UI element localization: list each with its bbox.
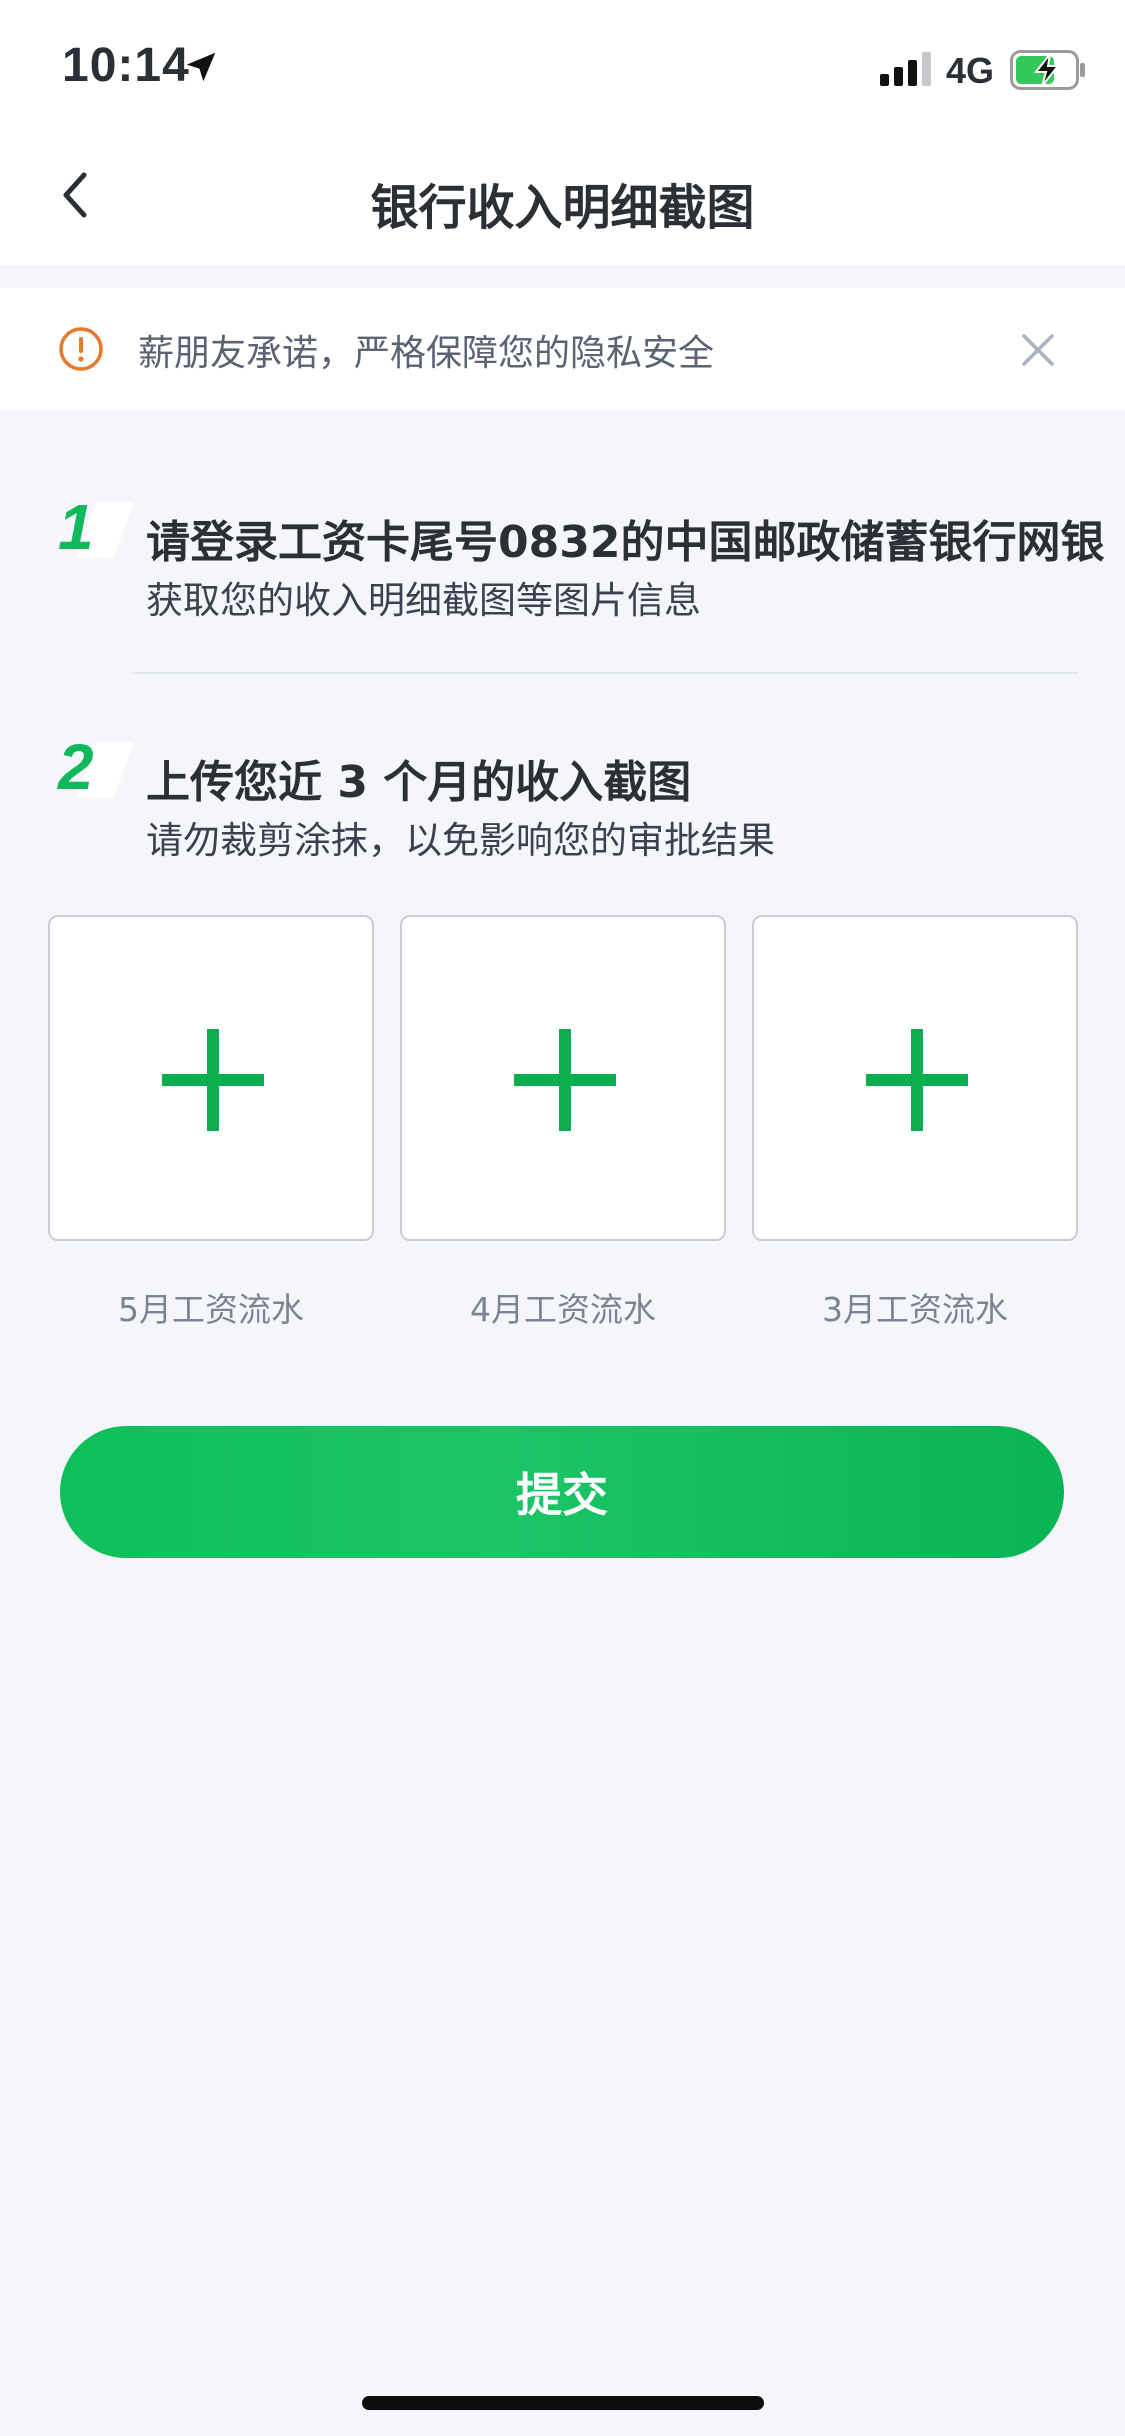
step-2-subtitle: 请勿裁剪涂抹，以免影响您的审批结果 bbox=[146, 819, 775, 862]
upload-box[interactable] bbox=[400, 915, 726, 1241]
close-icon[interactable] bbox=[1018, 330, 1058, 370]
privacy-notice-banner: 薪朋友承诺，严格保障您的隐私安全 bbox=[0, 288, 1125, 410]
battery-charging-icon bbox=[1010, 50, 1085, 90]
divider bbox=[132, 672, 1078, 674]
nav-bar: 银行收入明细截图 bbox=[0, 130, 1125, 265]
upload-box[interactable] bbox=[48, 915, 374, 1241]
upload-slot-may: 5月工资流水 bbox=[48, 915, 374, 1331]
status-time: 10:14 bbox=[62, 39, 190, 92]
signal-icon bbox=[880, 52, 931, 86]
upload-slot-april: 4月工资流水 bbox=[400, 915, 726, 1331]
submit-button[interactable]: 提交 bbox=[60, 1426, 1064, 1558]
upload-box[interactable] bbox=[752, 915, 1078, 1241]
step-1-title: 请登录工资卡尾号0832的中国邮政储蓄银行网银 bbox=[146, 517, 1105, 568]
home-indicator[interactable] bbox=[362, 2396, 764, 2410]
status-bar: 10:14 4G bbox=[0, 0, 1125, 130]
upload-label: 5月工资流水 bbox=[118, 1290, 304, 1329]
upload-label: 3月工资流水 bbox=[822, 1290, 1008, 1329]
page-title: 银行收入明细截图 bbox=[370, 180, 755, 236]
upload-row: 5月工资流水 4月工资流水 3月工资流水 bbox=[0, 915, 1125, 1335]
step-2-title: 上传您近 3 个月的收入截图 bbox=[146, 757, 692, 808]
step-1: 1 请登录工资卡尾号0832的中国邮政储蓄银行网银 获取您的收入明细截图等图片信… bbox=[0, 490, 1125, 640]
step-2: 2 上传您近 3 个月的收入截图 请勿裁剪涂抹，以免影响您的审批结果 bbox=[0, 730, 1125, 880]
plus-icon bbox=[866, 1029, 968, 1131]
step-1-subtitle: 获取您的收入明细截图等图片信息 bbox=[146, 579, 701, 622]
plus-icon bbox=[162, 1029, 264, 1131]
alert-circle-icon bbox=[59, 327, 103, 371]
step-number-2: 2 bbox=[58, 730, 135, 810]
plus-icon bbox=[514, 1029, 616, 1131]
upload-label: 4月工资流水 bbox=[470, 1290, 656, 1329]
network-label: 4G bbox=[946, 50, 995, 91]
privacy-notice-text: 薪朋友承诺，严格保障您的隐私安全 bbox=[138, 333, 715, 374]
upload-slot-march: 3月工资流水 bbox=[752, 915, 1078, 1331]
step-number-1: 1 bbox=[58, 490, 135, 570]
location-arrow-icon bbox=[186, 52, 216, 82]
